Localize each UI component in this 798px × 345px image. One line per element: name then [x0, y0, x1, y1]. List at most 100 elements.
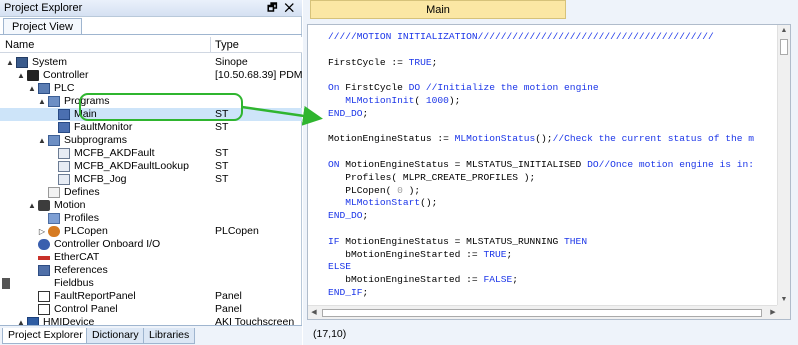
references-icon: [38, 265, 50, 276]
code-line: bMotionEngineStarted := FALSE;: [328, 274, 518, 286]
code-token: ELSE: [328, 261, 352, 273]
project-explorer-panel: Project Explorer 🗗 ✕ Project View Name T…: [0, 0, 320, 345]
code-token: MotionEngineStatus = MLSTATUS_RUNNING: [339, 235, 565, 247]
tree-item-label: PLCopen: [64, 225, 108, 237]
fb-icon: [58, 148, 70, 159]
tree-item-references[interactable]: References: [0, 264, 302, 277]
code-line: ON MotionEngineStatus = MLSTATUS_INITIAL…: [328, 159, 754, 171]
column-resize-handle[interactable]: [210, 37, 211, 53]
tree-item-type: Panel: [215, 290, 242, 302]
tree-item-label: Motion: [54, 199, 86, 211]
tree-item-motion[interactable]: ▲ Motion: [0, 199, 302, 212]
vertical-scrollbar[interactable]: ▲ ▼: [777, 25, 790, 306]
motion-icon: [38, 200, 50, 211]
tree-item-ethercat[interactable]: EtherCAT: [0, 251, 302, 264]
code-token: ;: [362, 210, 369, 222]
tab-project-explorer[interactable]: Project Explorer: [2, 328, 89, 344]
expand-arrow-icon[interactable]: ▲: [38, 134, 46, 147]
tree-item-label: Defines: [64, 186, 100, 198]
code-token: ();: [420, 197, 438, 209]
expand-arrow-icon[interactable]: ▲: [6, 56, 14, 69]
tab-dictionary[interactable]: Dictionary: [86, 328, 145, 344]
column-header-name[interactable]: Name: [5, 39, 34, 51]
tree-item-mcfb-akdfault[interactable]: MCFB_AKDFault ST: [0, 147, 302, 160]
editor-area: Main /////MOTION INITIALIZATION/////////…: [303, 0, 798, 345]
tree-item-type: PLCopen: [215, 225, 259, 237]
tree-item-type: ST: [215, 108, 229, 120]
scroll-up-icon[interactable]: ▲: [778, 25, 790, 37]
tree-item-defines[interactable]: Defines: [0, 186, 302, 199]
horizontal-scroll-thumb[interactable]: [322, 309, 762, 317]
vertical-scroll-thumb[interactable]: [780, 39, 788, 55]
code-token: END_IF: [328, 287, 363, 298]
tree-item-programs[interactable]: ▲ Programs: [0, 95, 302, 108]
tree-item-fieldbus[interactable]: Fieldbus: [0, 277, 302, 290]
expand-arrow-icon[interactable]: ▲: [28, 199, 36, 212]
code-token: TRUE: [483, 248, 507, 260]
onboard-io-icon: [38, 239, 50, 250]
tree-item-label: FaultMonitor: [74, 121, 133, 133]
code-token: ;: [512, 274, 519, 286]
code-token: On: [328, 82, 340, 94]
code-line: IF MotionEngineStatus = MLSTATUS_RUNNING…: [328, 236, 587, 248]
tree-item-system[interactable]: ▲ System Sinope: [0, 56, 302, 69]
tree-item-faultmonitor[interactable]: FaultMonitor ST: [0, 121, 302, 134]
tree-item-label: MCFB_AKDFault: [74, 147, 155, 159]
st-program-icon: [58, 122, 70, 133]
code-line: Profiles( MLPR_CREATE_PROFILES );: [328, 172, 535, 184]
explorer-bottom-tabs: Project Explorer Dictionary Libraries: [0, 325, 302, 345]
code-token: //Initialize the motion engine: [420, 82, 599, 94]
tree-item-profiles[interactable]: Profiles: [0, 212, 302, 225]
tree-item-control-panel[interactable]: Control Panel Panel: [0, 303, 302, 316]
profiles-icon: [48, 213, 60, 224]
tree-item-type: ST: [215, 121, 229, 133]
tree-item-main[interactable]: Main ST: [0, 108, 302, 121]
tab-project-view[interactable]: Project View: [3, 18, 82, 35]
code-token: THEN: [564, 235, 588, 247]
plcopen-icon: [48, 226, 60, 237]
expand-arrow-icon[interactable]: ▲: [38, 95, 46, 108]
expand-arrow-icon[interactable]: ▲: [17, 69, 25, 82]
code-token: END_DO: [328, 210, 363, 222]
code-line: MLMotionStart();: [328, 197, 437, 209]
tree-item-plcopen[interactable]: ▷ PLCopen PLCopen: [0, 225, 302, 238]
tree-item-plc[interactable]: ▲ PLC: [0, 82, 302, 95]
code-token: ON: [328, 159, 340, 170]
horizontal-scrollbar[interactable]: ◀ ▶: [308, 305, 779, 319]
code-line: /////MOTION INITIALIZATION//////////////…: [328, 31, 714, 43]
code-editor[interactable]: /////MOTION INITIALIZATION//////////////…: [308, 25, 779, 306]
tree-item-subprograms[interactable]: ▲ Subprograms: [0, 134, 302, 147]
tree-item-type: ST: [215, 147, 229, 159]
code-token: //Once motion engine is in:: [598, 159, 755, 170]
fb-icon: [58, 174, 70, 185]
tree-item-mcfb-akdfaultlookup[interactable]: MCFB_AKDFaultLookup ST: [0, 160, 302, 173]
fieldbus-icon: [2, 278, 10, 289]
tree-item-controller-onboard-i-o[interactable]: Controller Onboard I/O: [0, 238, 302, 251]
tree-item-label: Control Panel: [54, 303, 118, 315]
pane-window-controls[interactable]: 🗗 ✕: [267, 0, 296, 16]
tree-item-type: Sinope: [215, 56, 248, 68]
subprograms-folder-icon: [48, 135, 60, 146]
tab-libraries[interactable]: Libraries: [143, 328, 196, 344]
ethercat-icon: [38, 256, 50, 260]
tree-item-controller[interactable]: ▲ Controller [10.50.68.39] PDMM...: [0, 69, 320, 82]
code-token: ;: [431, 56, 438, 68]
code-token: );: [448, 95, 461, 106]
project-explorer-title-bar: Project Explorer 🗗 ✕: [0, 0, 302, 17]
expand-arrow-icon[interactable]: ▲: [28, 82, 36, 95]
tree-item-faultreportpanel[interactable]: FaultReportPanel Panel: [0, 290, 302, 303]
code-token: ;: [362, 287, 369, 298]
code-editor-frame: /////MOTION INITIALIZATION//////////////…: [307, 24, 791, 320]
code-token: ;: [362, 107, 369, 119]
code-token: DO: [587, 159, 599, 170]
tab-main-document[interactable]: Main: [310, 0, 566, 19]
code-line: PLCopen( 0 );: [328, 185, 420, 197]
code-token: FirstCycle: [339, 82, 409, 94]
column-header-type[interactable]: Type: [215, 39, 239, 51]
tree-item-label: Main: [74, 108, 97, 120]
st-program-icon: [58, 109, 70, 120]
scroll-left-icon[interactable]: ◀: [308, 306, 320, 319]
tree-item-mcfb-jog[interactable]: MCFB_Jog ST: [0, 173, 302, 186]
collapsed-arrow-icon[interactable]: ▷: [38, 225, 46, 238]
code-token: TRUE: [408, 56, 432, 68]
